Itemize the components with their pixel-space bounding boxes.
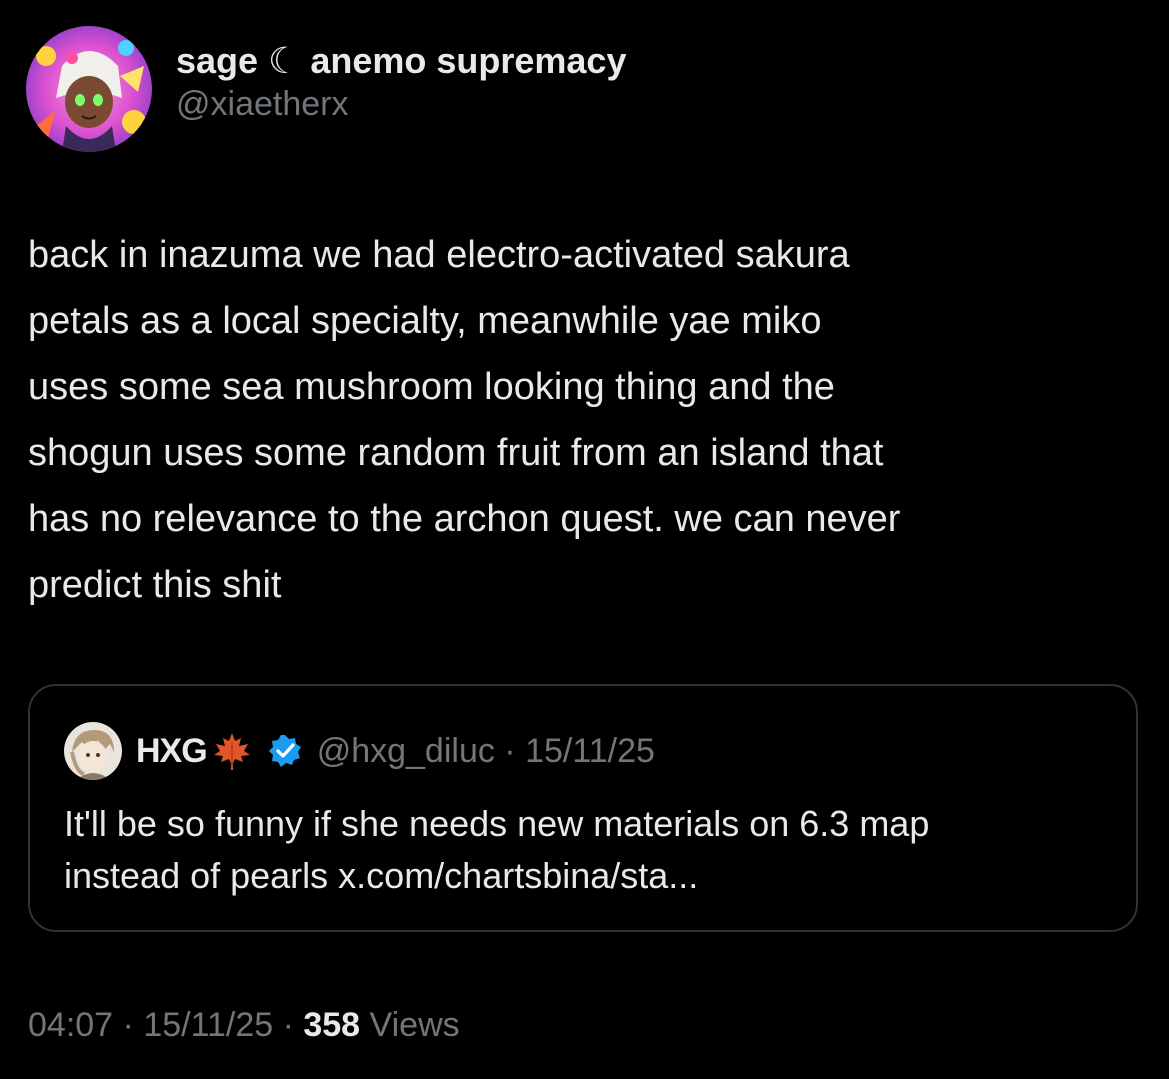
anime-character-avatar-icon	[26, 26, 152, 152]
quoted-avatar-icon	[64, 722, 122, 780]
quoted-author-handle-and-date[interactable]: @hxg_diluc · 15/11/25	[317, 732, 655, 771]
quoted-separator: ·	[494, 731, 526, 770]
quoted-tweet-header: HXG @hxg_diluc · 15/11/25	[64, 722, 655, 780]
tweet-text: back in inazuma we had electro-activated…	[28, 234, 901, 606]
tweet-header: sage ☾ anemo supremacy @xiaetherx	[26, 26, 626, 152]
meta-separator-2: ·	[273, 1006, 304, 1044]
maple-leaf-icon	[211, 730, 253, 772]
tweet-time[interactable]: 04:07	[28, 1006, 113, 1044]
author-display-name[interactable]: sage ☾ anemo supremacy	[176, 39, 626, 83]
quoted-author-handle[interactable]: @hxg_diluc	[317, 732, 495, 770]
author-names: sage ☾ anemo supremacy @xiaetherx	[176, 39, 626, 125]
quoted-tweet-text: It'll be so funny if she needs new mater…	[64, 803, 930, 896]
views-label: Views	[360, 1006, 460, 1044]
author-avatar[interactable]	[26, 26, 152, 152]
quoted-author-name[interactable]: HXG	[136, 732, 208, 771]
views-count: 358	[303, 1006, 361, 1044]
quoted-tweet-card[interactable]: HXG @hxg_diluc · 15/11/25 It'll be so fu…	[28, 684, 1138, 932]
verified-badge-icon	[267, 733, 303, 769]
quoted-date[interactable]: 15/11/25	[525, 732, 655, 770]
author-handle[interactable]: @xiaetherx	[176, 83, 626, 125]
quoted-author-avatar[interactable]	[64, 722, 122, 780]
meta-separator-1: ·	[113, 1006, 144, 1044]
tweet-metadata: 04:07 · 15/11/25 · 358 Views	[28, 1006, 460, 1045]
tweet-date[interactable]: 15/11/25	[143, 1006, 273, 1044]
